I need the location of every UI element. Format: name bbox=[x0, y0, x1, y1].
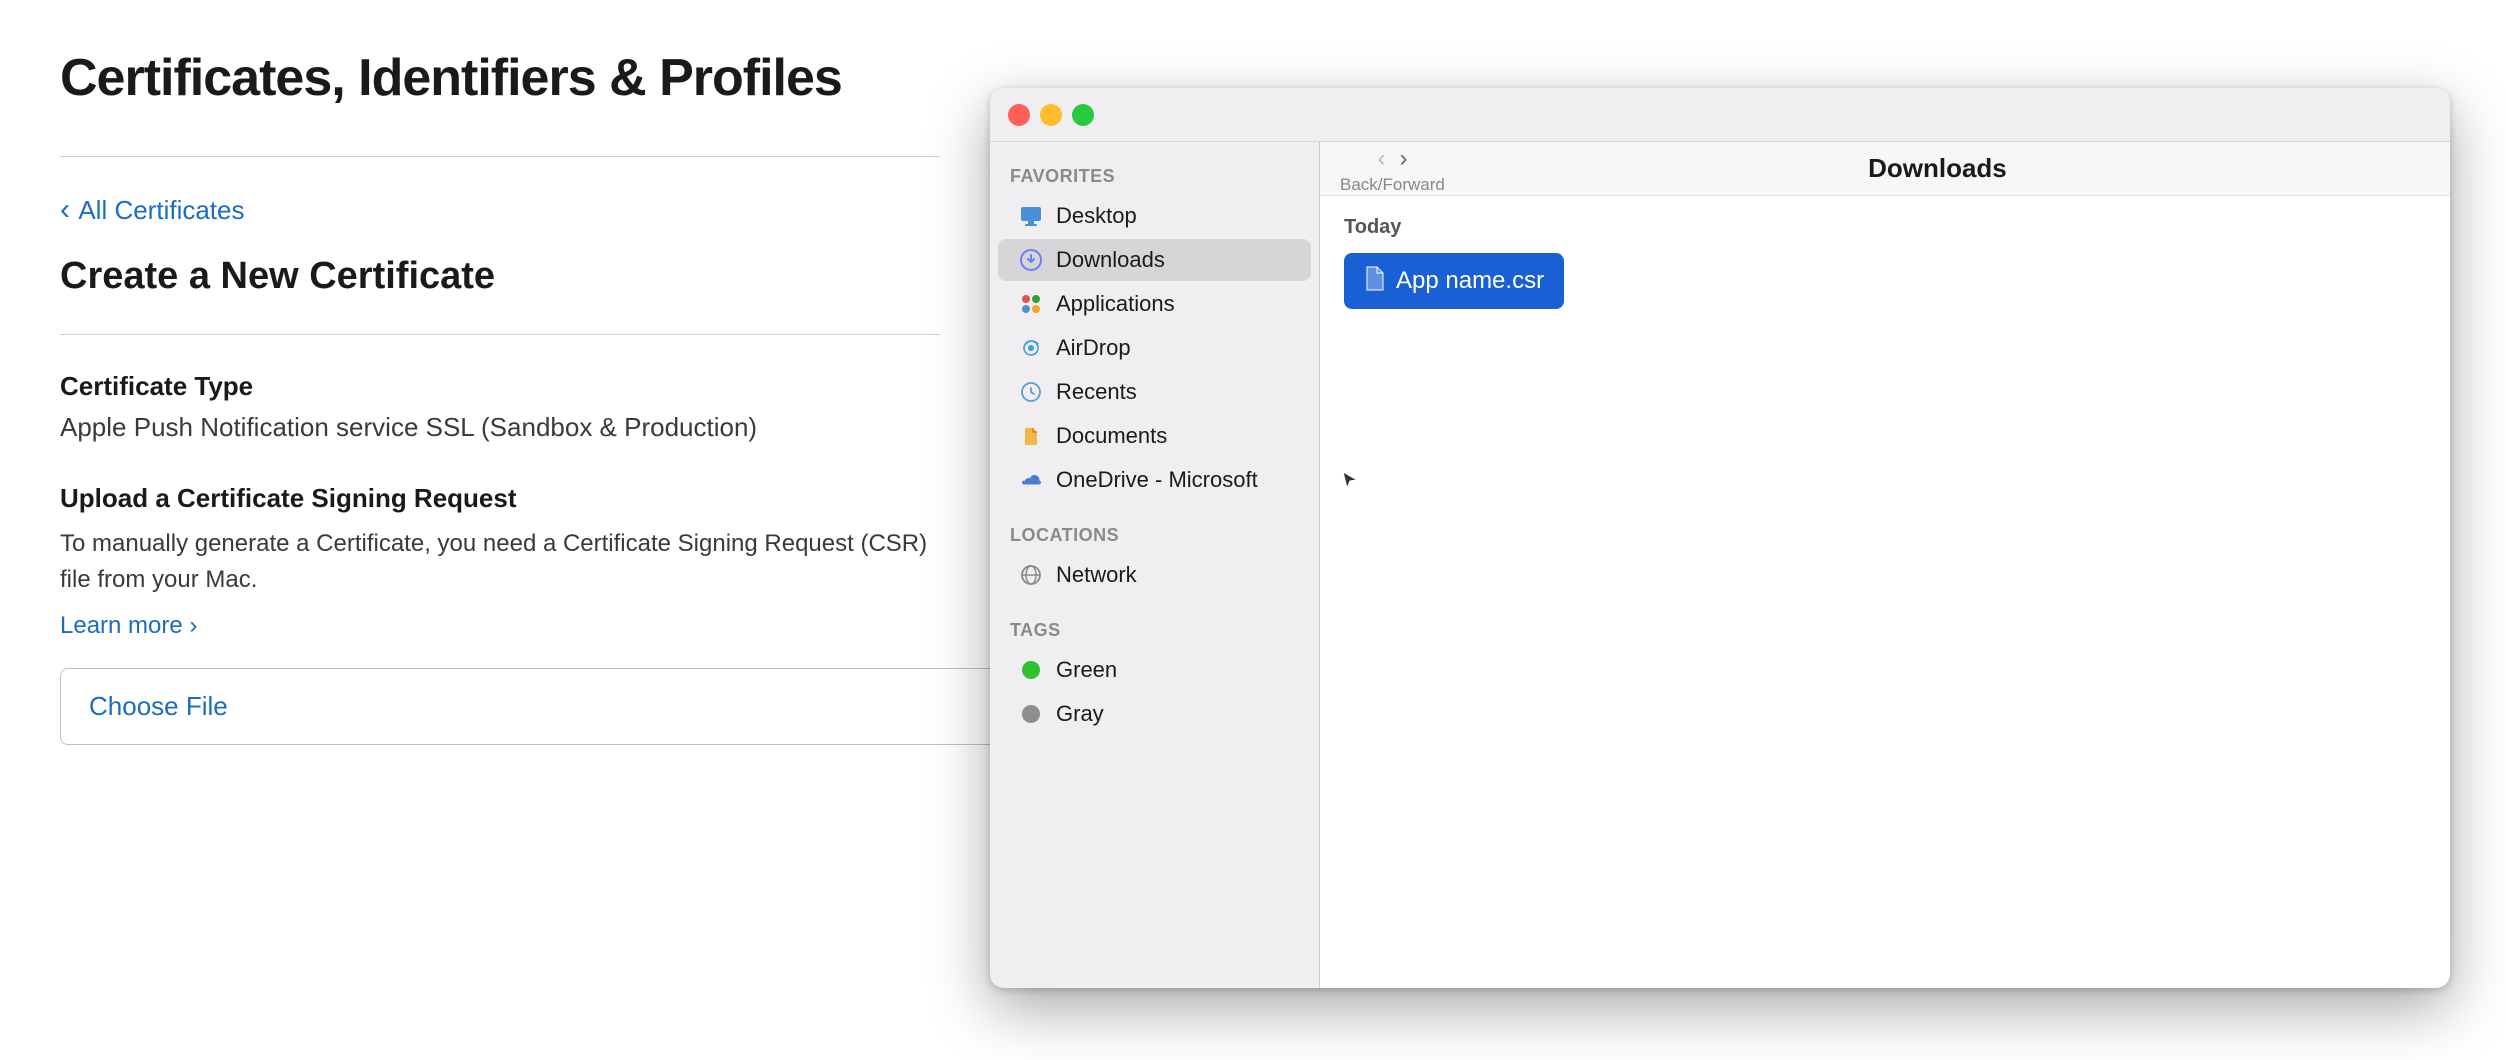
sidebar-item-network[interactable]: Network bbox=[998, 554, 1311, 596]
upload-title: Upload a Certificate Signing Request bbox=[60, 483, 940, 514]
green-tag-label: Green bbox=[1056, 657, 1117, 683]
desktop-icon bbox=[1018, 203, 1044, 229]
gray-tag-icon bbox=[1018, 701, 1044, 727]
toolbar-left: ‹ › Back/Forward bbox=[1340, 143, 1445, 195]
finder-window-title: Downloads bbox=[1461, 153, 2414, 184]
finder-titlebar bbox=[990, 88, 2450, 142]
onedrive-icon bbox=[1018, 467, 1044, 493]
downloads-label: Downloads bbox=[1056, 247, 1165, 273]
page-title: Certificates, Identifiers & Profiles bbox=[60, 48, 940, 108]
finder-main: ‹ › Back/Forward Downloads Today bbox=[1320, 142, 2450, 988]
sidebar-item-tag-gray[interactable]: Gray bbox=[998, 693, 1311, 735]
page-content: Certificates, Identifiers & Profiles All… bbox=[0, 0, 1000, 829]
tags-label: Tags bbox=[990, 612, 1319, 647]
downloads-icon bbox=[1018, 247, 1044, 273]
sidebar-item-tag-green[interactable]: Green bbox=[998, 649, 1311, 691]
finder-window: Favorites Desktop bbox=[990, 88, 2450, 988]
sidebar-item-applications[interactable]: Applications bbox=[998, 283, 1311, 325]
back-forward-label: Back/Forward bbox=[1340, 175, 1445, 195]
cert-type-value: Apple Push Notification service SSL (San… bbox=[60, 412, 940, 443]
recents-label: Recents bbox=[1056, 379, 1137, 405]
gray-tag-label: Gray bbox=[1056, 701, 1104, 727]
forward-button[interactable]: › bbox=[1393, 143, 1413, 175]
documents-icon bbox=[1018, 423, 1044, 449]
back-link[interactable]: All Certificates bbox=[60, 193, 940, 227]
file-icon bbox=[1364, 265, 1386, 297]
applications-label: Applications bbox=[1056, 291, 1175, 317]
locations-label: Locations bbox=[990, 517, 1319, 552]
close-button[interactable] bbox=[1008, 104, 1030, 126]
desktop-label: Desktop bbox=[1056, 203, 1137, 229]
upload-section: Upload a Certificate Signing Request To … bbox=[60, 483, 940, 745]
documents-label: Documents bbox=[1056, 423, 1167, 449]
back-forward-area: ‹ › Back/Forward bbox=[1340, 143, 1445, 195]
section-title: Create a New Certificate bbox=[60, 255, 940, 298]
airdrop-icon bbox=[1018, 335, 1044, 361]
sidebar-item-onedrive[interactable]: OneDrive - Microsoft bbox=[998, 459, 1311, 501]
toolbar-center: Downloads bbox=[1461, 153, 2414, 184]
favorites-label: Favorites bbox=[990, 158, 1319, 193]
learn-more-link[interactable]: Learn more bbox=[60, 612, 197, 640]
onedrive-label: OneDrive - Microsoft bbox=[1056, 467, 1258, 493]
window-controls bbox=[1008, 104, 1094, 126]
sidebar-item-airdrop[interactable]: AirDrop bbox=[998, 327, 1311, 369]
nav-arrows: ‹ › bbox=[1371, 143, 1413, 175]
file-item[interactable]: App name.csr bbox=[1344, 253, 1564, 309]
cert-type-field: Certificate Type Apple Push Notification… bbox=[60, 371, 940, 443]
finder-body: Favorites Desktop bbox=[990, 142, 2450, 988]
upload-description: To manually generate a Certificate, you … bbox=[60, 526, 940, 598]
sidebar-item-documents[interactable]: Documents bbox=[998, 415, 1311, 457]
back-button[interactable]: ‹ bbox=[1371, 143, 1391, 175]
recents-icon bbox=[1018, 379, 1044, 405]
minimize-button[interactable] bbox=[1040, 104, 1062, 126]
applications-icon bbox=[1018, 291, 1044, 317]
choose-file-button[interactable]: Choose File bbox=[60, 668, 1000, 745]
finder-toolbar: ‹ › Back/Forward Downloads bbox=[1320, 142, 2450, 196]
file-name: App name.csr bbox=[1396, 267, 1544, 295]
section-divider bbox=[60, 334, 940, 335]
green-tag-icon bbox=[1018, 657, 1044, 683]
airdrop-label: AirDrop bbox=[1056, 335, 1131, 361]
date-section-label: Today bbox=[1344, 216, 2426, 239]
network-label: Network bbox=[1056, 562, 1137, 588]
cert-type-label: Certificate Type bbox=[60, 371, 940, 402]
network-icon bbox=[1018, 562, 1044, 588]
finder-content: Today App name.csr bbox=[1320, 196, 2450, 988]
sidebar-item-recents[interactable]: Recents bbox=[998, 371, 1311, 413]
sidebar-item-downloads[interactable]: Downloads bbox=[998, 239, 1311, 281]
sidebar-item-desktop[interactable]: Desktop bbox=[998, 195, 1311, 237]
top-divider bbox=[60, 156, 940, 157]
maximize-button[interactable] bbox=[1072, 104, 1094, 126]
finder-sidebar: Favorites Desktop bbox=[990, 142, 1320, 988]
